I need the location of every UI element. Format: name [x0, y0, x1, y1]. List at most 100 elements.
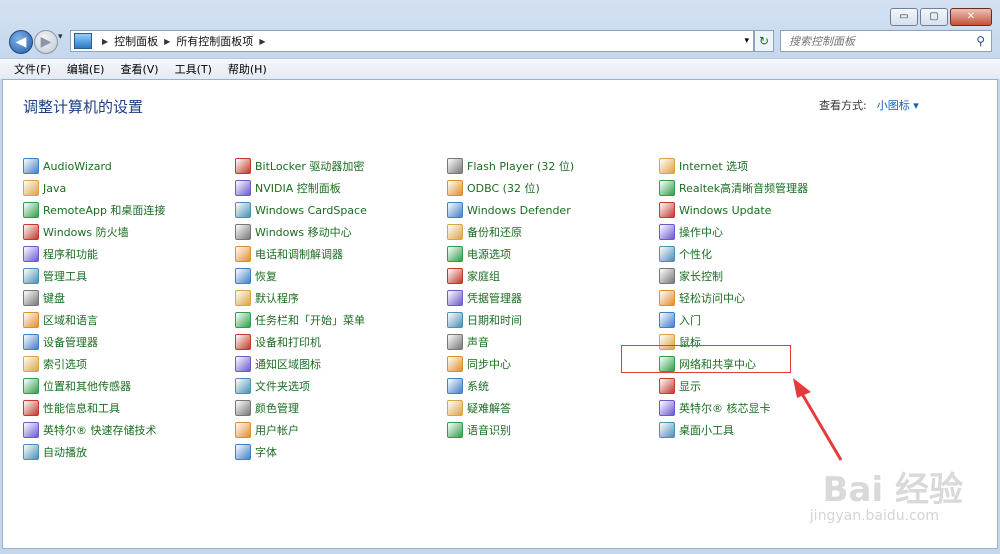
control-panel-item[interactable]: BitLocker 驱动器加密	[235, 156, 364, 176]
control-panel-item[interactable]: 管理工具	[23, 266, 87, 286]
breadcrumb-separator-icon[interactable]: ▶	[102, 37, 108, 46]
control-panel-item[interactable]: 系统	[447, 376, 489, 396]
control-panel-item[interactable]: 性能信息和工具	[23, 398, 120, 418]
applet-icon	[23, 268, 39, 284]
control-panel-item[interactable]: 键盘	[23, 288, 65, 308]
applet-icon	[659, 202, 675, 218]
applet-icon	[659, 180, 675, 196]
control-panel-item[interactable]: 疑难解答	[447, 398, 511, 418]
control-panel-item[interactable]: 字体	[235, 442, 277, 462]
control-panel-item[interactable]: 日期和时间	[447, 310, 522, 330]
control-panel-item[interactable]: NVIDIA 控制面板	[235, 178, 341, 198]
breadcrumb-control-panel[interactable]: 控制面板	[114, 33, 158, 49]
close-button[interactable]: ✕	[950, 8, 992, 26]
control-panel-item[interactable]: 英特尔® 核芯显卡	[659, 398, 771, 418]
control-panel-item[interactable]: 颜色管理	[235, 398, 299, 418]
control-panel-item[interactable]: 轻松访问中心	[659, 288, 745, 308]
control-panel-item[interactable]: 英特尔® 快速存储技术	[23, 420, 157, 440]
applet-icon	[23, 180, 39, 196]
applet-icon	[235, 422, 251, 438]
control-panel-item[interactable]: ODBC (32 位)	[447, 178, 540, 198]
applet-icon	[235, 334, 251, 350]
applet-icon	[659, 422, 675, 438]
breadcrumb-separator-icon[interactable]: ▶	[164, 37, 170, 46]
control-panel-item[interactable]: Java	[23, 178, 66, 198]
applet-icon	[659, 312, 675, 328]
refresh-button[interactable]: ↻	[754, 30, 774, 52]
control-panel-item[interactable]: 文件夹选项	[235, 376, 310, 396]
address-dropdown-icon[interactable]: ▾	[744, 36, 749, 46]
address-bar[interactable]: ▶ 控制面板 ▶ 所有控制面板项 ▶ ▾	[70, 30, 754, 52]
control-panel-item[interactable]: Internet 选项	[659, 156, 748, 176]
applet-icon	[447, 202, 463, 218]
control-panel-item[interactable]: 恢复	[235, 266, 277, 286]
search-box[interactable]: ⚲	[780, 30, 992, 52]
control-panel-item[interactable]: Windows Defender	[447, 200, 571, 220]
control-panel-item[interactable]: 用户帐户	[235, 420, 299, 440]
control-panel-item-label: 备份和还原	[467, 226, 522, 239]
applet-icon	[447, 422, 463, 438]
control-panel-item[interactable]: 个性化	[659, 244, 712, 264]
control-panel-item[interactable]: 设备和打印机	[235, 332, 321, 352]
control-panel-item-label: RemoteApp 和桌面连接	[43, 204, 166, 217]
breadcrumb-all-items[interactable]: 所有控制面板项	[176, 33, 253, 49]
control-panel-item[interactable]: 区域和语言	[23, 310, 98, 330]
control-panel-item[interactable]: Flash Player (32 位)	[447, 156, 574, 176]
control-panel-item[interactable]: Windows 防火墙	[23, 222, 129, 242]
control-panel-item-label: 索引选项	[43, 358, 87, 371]
back-button[interactable]: ◀	[9, 30, 33, 54]
forward-button[interactable]: ▶	[34, 30, 58, 54]
menu-file[interactable]: 文件(F)	[0, 61, 59, 77]
control-panel-item[interactable]: 显示	[659, 376, 701, 396]
breadcrumb-separator-icon[interactable]: ▶	[259, 37, 265, 46]
applet-icon	[447, 334, 463, 350]
applet-icon	[235, 268, 251, 284]
control-panel-item-label: 键盘	[43, 292, 65, 305]
applet-icon	[235, 158, 251, 174]
applet-icon	[23, 290, 39, 306]
control-panel-item[interactable]: Windows 移动中心	[235, 222, 352, 242]
control-panel-item[interactable]: 入门	[659, 310, 701, 330]
control-panel-item[interactable]: Windows CardSpace	[235, 200, 367, 220]
control-panel-item[interactable]: 操作中心	[659, 222, 723, 242]
control-panel-item[interactable]: 默认程序	[235, 288, 299, 308]
control-panel-item[interactable]: 任务栏和「开始」菜单	[235, 310, 365, 330]
control-panel-item[interactable]: RemoteApp 和桌面连接	[23, 200, 165, 220]
menu-view[interactable]: 查看(V)	[112, 61, 166, 77]
control-panel-item[interactable]: 声音	[447, 332, 489, 352]
menu-tools[interactable]: 工具(T)	[167, 61, 220, 77]
control-panel-item[interactable]: 设备管理器	[23, 332, 98, 352]
control-panel-item-label: 声音	[467, 336, 489, 349]
control-panel-item[interactable]: 家长控制	[659, 266, 723, 286]
control-panel-item[interactable]: Realtek高清晰音频管理器	[659, 178, 808, 198]
view-by-dropdown[interactable]: 小图标 ▾	[877, 97, 919, 113]
maximize-button[interactable]: ▢	[920, 8, 948, 26]
control-panel-item[interactable]: 凭据管理器	[447, 288, 522, 308]
control-panel-item[interactable]: 位置和其他传感器	[23, 376, 131, 396]
control-panel-item[interactable]: AudioWizard	[23, 156, 112, 176]
control-panel-item[interactable]: 自动播放	[23, 442, 87, 462]
control-panel-item[interactable]: 桌面小工具	[659, 420, 734, 440]
search-icon[interactable]: ⚲	[976, 34, 985, 48]
control-panel-item[interactable]: 家庭组	[447, 266, 500, 286]
applet-icon	[235, 180, 251, 196]
menu-help[interactable]: 帮助(H)	[220, 61, 275, 77]
control-panel-item[interactable]: 电源选项	[447, 244, 511, 264]
control-panel-item[interactable]: 同步中心	[447, 354, 511, 374]
recent-pages-dropdown[interactable]: ▾	[58, 32, 63, 42]
search-input[interactable]	[787, 33, 971, 49]
control-panel-item-label: 字体	[255, 446, 277, 459]
control-panel-item[interactable]: 通知区域图标	[235, 354, 321, 374]
applet-icon	[235, 290, 251, 306]
minimize-button[interactable]: ▭	[890, 8, 918, 26]
control-panel-item[interactable]: 语音识别	[447, 420, 511, 440]
menu-edit[interactable]: 编辑(E)	[59, 61, 113, 77]
control-panel-item[interactable]: 程序和功能	[23, 244, 98, 264]
control-panel-item-label: 用户帐户	[255, 424, 299, 437]
control-panel-item[interactable]: 备份和还原	[447, 222, 522, 242]
control-panel-item[interactable]: 索引选项	[23, 354, 87, 374]
control-panel-item[interactable]: Windows Update	[659, 200, 771, 220]
menu-bar: 文件(F) 编辑(E) 查看(V) 工具(T) 帮助(H)	[0, 58, 1000, 79]
highlight-box	[621, 345, 791, 373]
control-panel-item[interactable]: 电话和调制解调器	[235, 244, 343, 264]
